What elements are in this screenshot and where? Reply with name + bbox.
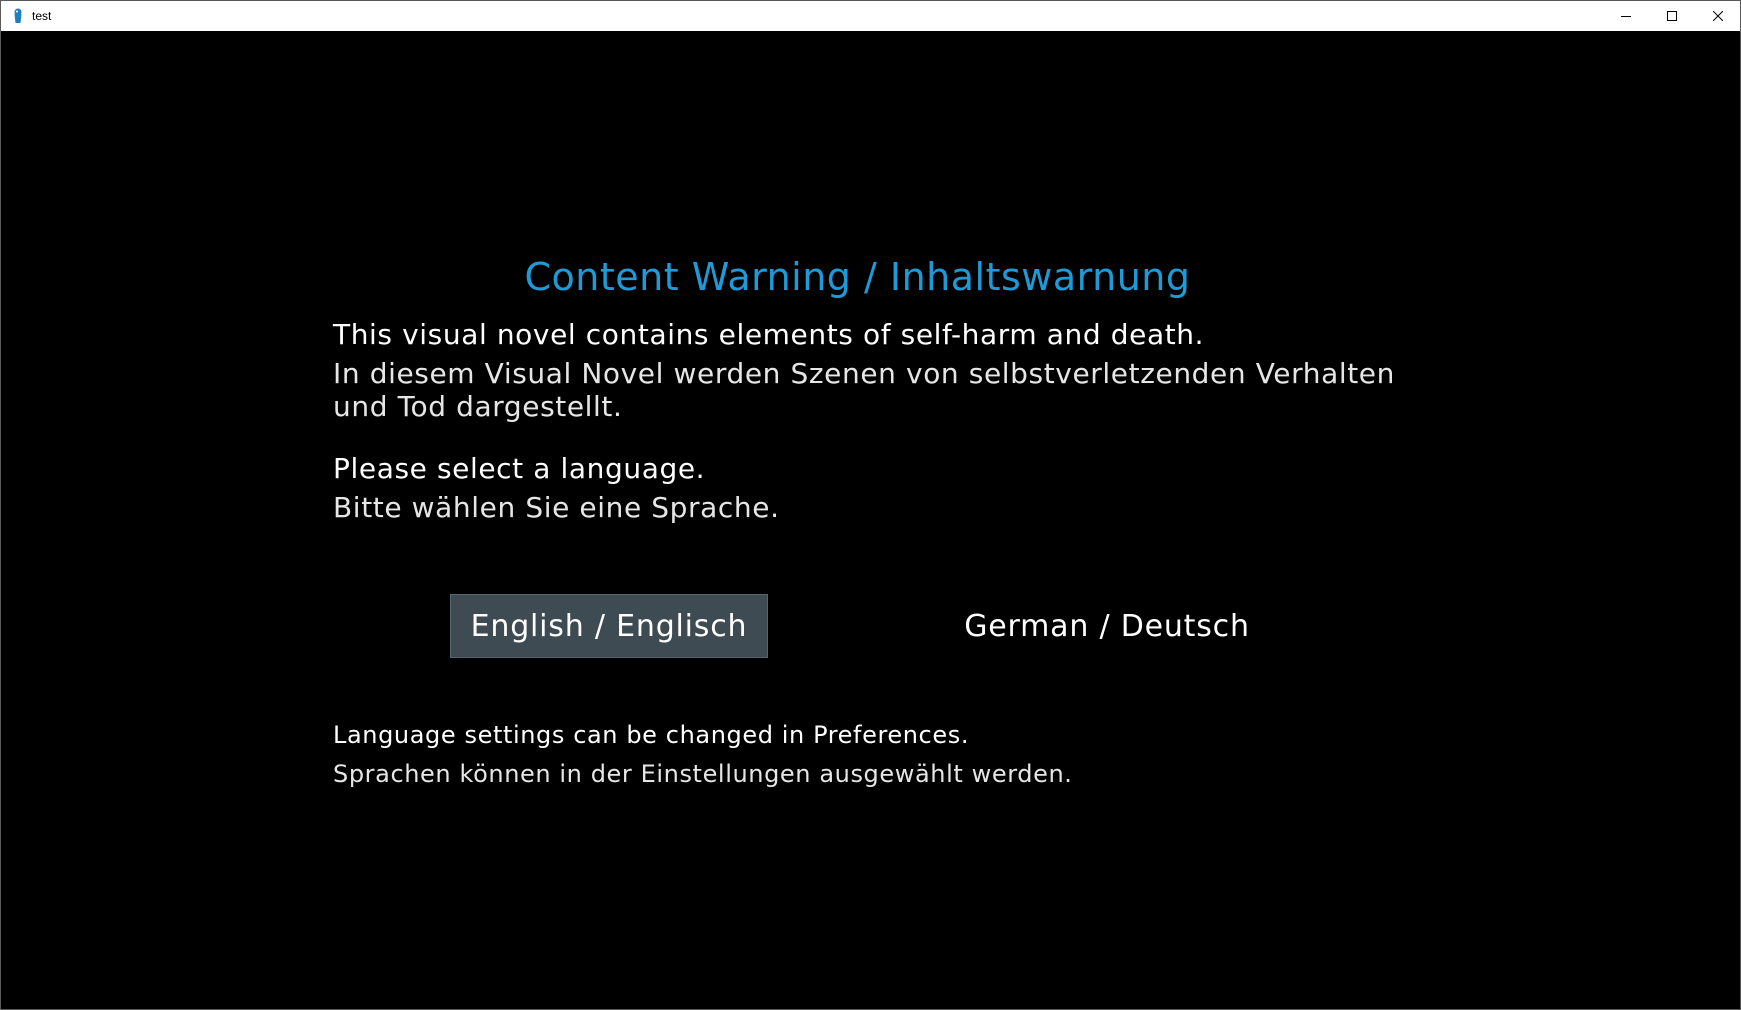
warning-german-text: In diesem Visual Novel werden Szenen von… [333,357,1395,423]
close-icon [1713,11,1723,21]
language-prompt-english: Please select a language. [333,452,706,485]
language-prompt-german: Bitte wählen Sie eine Sprache. [333,491,780,524]
settings-note-english: Language settings can be changed in Pref… [333,721,970,749]
settings-note-german: Sprachen können in der Einstellungen aus… [333,760,1073,788]
maximize-button[interactable] [1649,1,1695,31]
english-language-button[interactable]: English / Englisch [450,594,768,658]
german-language-button[interactable]: German / Deutsch [949,594,1265,658]
app-window: test Content Warning / Inhaltswarnung Th… [0,0,1741,1010]
warning-english-text: This visual novel contains elements of s… [333,318,1205,351]
minimize-button[interactable] [1603,1,1649,31]
content-warning-heading: Content Warning / Inhaltswarnung [524,255,1191,299]
maximize-icon [1667,11,1677,21]
title-bar[interactable]: test [1,1,1740,31]
minimize-icon [1621,16,1631,17]
renpy-app-icon [14,8,22,23]
language-settings-note: Language settings can be changed in Pref… [333,719,1413,790]
language-prompt-block: Please select a language. Bitte wählen S… [333,451,1413,524]
window-title: test [32,9,52,23]
warning-text-block: This visual novel contains elements of s… [333,317,1413,423]
game-screen: Content Warning / Inhaltswarnung This vi… [1,31,1740,1009]
close-button[interactable] [1695,1,1741,31]
